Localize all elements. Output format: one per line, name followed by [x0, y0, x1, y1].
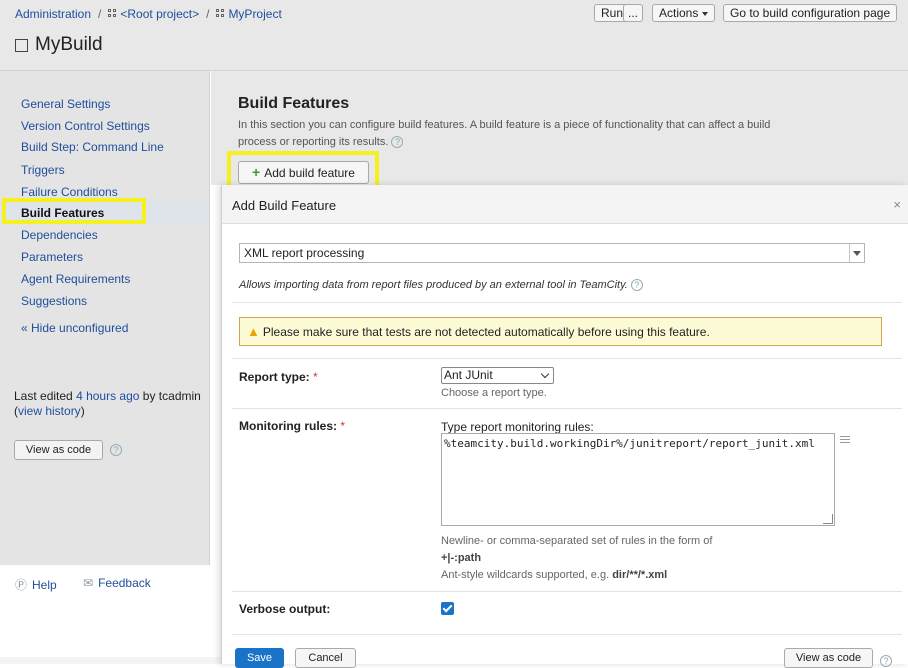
- feedback-link[interactable]: ✉ Feedback: [83, 576, 151, 590]
- feature-description-text: Allows importing data from report files …: [239, 279, 628, 291]
- feature-type-select[interactable]: XML report processing: [239, 243, 865, 263]
- actions-button[interactable]: Actions: [652, 4, 716, 22]
- warning-text: Please make sure that tests are not dete…: [262, 325, 710, 339]
- help-link-label: Help: [32, 577, 57, 592]
- sidebar-item-suggestions[interactable]: Suggestions: [21, 294, 87, 308]
- report-type-hint: Choose a report type.: [441, 387, 547, 399]
- warning-banner: ▲ Please make sure that tests are not det…: [239, 317, 882, 346]
- divider: [232, 408, 902, 409]
- run-options-button[interactable]: ...: [623, 4, 644, 22]
- feedback-link-label: Feedback: [98, 576, 151, 590]
- rules-hint-line1: Newline- or comma-separated set of rules…: [441, 535, 713, 547]
- dialog-view-as-code-button[interactable]: View as code: [784, 648, 873, 668]
- section-title: Build Features: [238, 95, 350, 112]
- report-type-label: Report type: *: [239, 370, 318, 384]
- resize-grip-icon[interactable]: [823, 514, 833, 524]
- report-type-select[interactable]: Ant JUnit: [441, 367, 554, 384]
- project-grid-icon: [216, 9, 225, 17]
- view-history-link[interactable]: view history: [18, 404, 81, 418]
- verbose-output-label: Verbose output:: [239, 602, 331, 616]
- monitoring-rules-textarea[interactable]: %teamcity.build.workingDir%/junitreport/…: [441, 433, 835, 526]
- help-icon[interactable]: ?: [880, 655, 892, 667]
- divider: [232, 591, 902, 592]
- divider: [232, 358, 902, 359]
- verbose-output-checkbox[interactable]: [441, 602, 454, 615]
- hide-unconfigured-link[interactable]: « Hide unconfigured: [21, 321, 128, 335]
- save-button[interactable]: Save: [235, 648, 284, 668]
- sidebar-item-build-step[interactable]: Build Step: Command Line: [21, 140, 164, 154]
- last-edited-info: Last edited 4 hours ago by tcadmin (view…: [14, 389, 201, 418]
- last-edited-by: by tcadmin: [142, 389, 201, 403]
- required-marker: *: [340, 419, 346, 433]
- section-description-text: In this section you can configure build …: [238, 119, 771, 148]
- page-header: Administration / <Root project> / MyProj…: [0, 0, 908, 71]
- warning-icon: ▲: [247, 324, 260, 339]
- sidebar-item-agent-requirements[interactable]: Agent Requirements: [21, 272, 130, 286]
- page-title: MyBuild: [15, 34, 103, 56]
- last-edited-prefix: Last edited: [14, 389, 73, 403]
- footer-strip: [0, 657, 221, 664]
- chevron-down-icon: [540, 369, 550, 379]
- chevron-down-icon: [849, 244, 864, 262]
- project-grid-icon: [108, 9, 117, 17]
- last-edited-time[interactable]: 4 hours ago: [76, 389, 139, 403]
- sidebar-item-failure-conditions[interactable]: Failure Conditions: [21, 185, 118, 199]
- cancel-button[interactable]: Cancel: [295, 648, 356, 668]
- list-icon[interactable]: [840, 436, 850, 445]
- mail-icon: ✉: [83, 576, 94, 590]
- rules-hint-line3: Ant-style wildcards supported, e.g.: [441, 569, 610, 581]
- build-config-icon: [15, 38, 28, 52]
- page-title-text: MyBuild: [35, 34, 103, 55]
- breadcrumb-administration[interactable]: Administration: [15, 7, 91, 21]
- go-to-build-config-button[interactable]: Go to build configuration page: [723, 4, 898, 22]
- help-icon[interactable]: ?: [110, 444, 122, 456]
- monitoring-rules-prompt: Type report monitoring rules:: [441, 420, 594, 434]
- required-marker: *: [313, 370, 318, 384]
- view-as-code-button[interactable]: View as code: [14, 440, 103, 460]
- close-icon[interactable]: ×: [893, 197, 901, 212]
- chevron-down-icon: [702, 12, 709, 16]
- feature-type-value: XML report processing: [244, 246, 365, 260]
- monitoring-rules-value: %teamcity.build.workingDir%/junitreport/…: [444, 437, 815, 450]
- monitoring-rules-label: Monitoring rules: *: [239, 419, 345, 433]
- help-icon[interactable]: ?: [391, 136, 404, 148]
- rules-hint-syntax: +|-:path: [441, 552, 482, 564]
- breadcrumb-separator: /: [98, 7, 102, 21]
- sidebar-item-version-control[interactable]: Version Control Settings: [21, 119, 150, 133]
- breadcrumb-separator: /: [206, 7, 210, 21]
- sidebar: General Settings Version Control Setting…: [0, 71, 210, 565]
- sidebar-item-triggers[interactable]: Triggers: [21, 163, 65, 177]
- section-description: In this section you can configure build …: [238, 117, 808, 151]
- add-build-feature-dialog: Add Build Feature × XML report processin…: [221, 185, 908, 668]
- dialog-header: Add Build Feature ×: [222, 185, 908, 224]
- sidebar-item-dependencies[interactable]: Dependencies: [21, 228, 98, 242]
- breadcrumb: Administration / <Root project> / MyProj…: [15, 7, 282, 21]
- sidebar-item-parameters[interactable]: Parameters: [21, 250, 83, 264]
- help-icon: Ⓟ: [15, 578, 28, 592]
- monitoring-rules-label-text: Monitoring rules:: [239, 419, 337, 433]
- sidebar-item-general-settings[interactable]: General Settings: [21, 97, 110, 111]
- divider: [232, 302, 902, 303]
- actions-button-label: Actions: [659, 6, 699, 20]
- help-link[interactable]: Ⓟ Help: [15, 576, 57, 593]
- breadcrumb-myproject[interactable]: MyProject: [228, 7, 281, 21]
- rules-hint-example: dir/**/*.xml: [612, 569, 668, 581]
- highlight-box: [2, 198, 146, 224]
- help-icon[interactable]: ?: [630, 279, 643, 291]
- dialog-title: Add Build Feature: [232, 198, 337, 213]
- report-type-value: Ant JUnit: [444, 368, 493, 382]
- monitoring-rules-hint: Newline- or comma-separated set of rules…: [441, 533, 712, 584]
- feature-description: Allows importing data from report files …: [239, 279, 643, 291]
- report-type-label-text: Report type:: [239, 370, 310, 384]
- divider: [232, 634, 902, 635]
- breadcrumb-root-project[interactable]: <Root project>: [120, 7, 199, 21]
